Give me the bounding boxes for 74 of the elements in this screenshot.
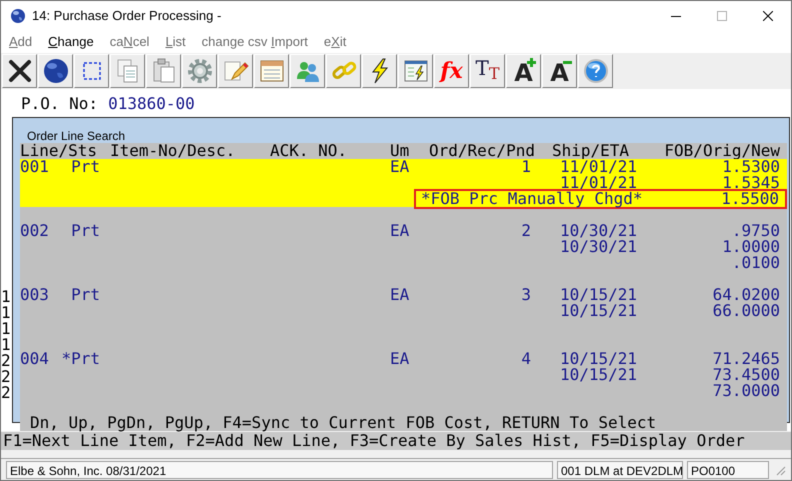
column-header: FOB/Orig/New xyxy=(663,143,780,159)
price-note: *FOB Prc Manually Chgd* xyxy=(421,191,643,207)
globe-icon xyxy=(42,57,70,85)
table-cell-text: 2 xyxy=(520,223,531,239)
globe-icon xyxy=(10,8,26,24)
column-header: Ship/ETA xyxy=(552,143,630,159)
table-cell-text: 003 xyxy=(20,287,50,303)
font-grow-button[interactable]: A xyxy=(506,54,541,88)
column-header: Item-No/Desc. xyxy=(110,143,236,159)
table-cell-text: 4 xyxy=(520,351,531,367)
line-digit: 1 xyxy=(1,305,11,321)
help-icon xyxy=(582,57,610,85)
table-cell-text: EA xyxy=(390,223,410,239)
table-cell-text: 004 xyxy=(20,351,50,367)
table-cell-text: 10/15/21 xyxy=(560,303,638,319)
table-cell-text: 11/01/21 xyxy=(560,175,638,191)
toolbar-button[interactable] xyxy=(38,54,73,88)
column-header: Um xyxy=(390,143,410,159)
line-digit: 2 xyxy=(1,353,11,369)
gear-icon xyxy=(186,57,214,85)
window-title: 14: Purchase Order Processing - xyxy=(32,7,222,26)
table-cell-text: 1.0000 xyxy=(721,239,780,255)
menu-item[interactable]: Change xyxy=(48,32,94,52)
table-cell-text: 73.0000 xyxy=(712,383,780,399)
column-header: ACK. NO. xyxy=(270,143,348,159)
table-cell-text: Prt xyxy=(70,287,100,303)
table-cell-text: 11/01/21 xyxy=(560,159,638,175)
table-cell-text: 1.5345 xyxy=(721,175,780,191)
resize-grip-icon[interactable] xyxy=(774,464,786,476)
table-cell-text: .9750 xyxy=(730,223,780,239)
status-field: Elbe & Sohn, Inc. 08/31/2021 xyxy=(6,460,553,478)
table-cell-text: 71.2465 xyxy=(712,351,780,367)
table-cell: 1.5500 xyxy=(721,191,779,207)
table-cell-text: Prt xyxy=(71,159,100,175)
table-cell-text: 73.4500 xyxy=(712,367,780,383)
table-cell-text: 001 xyxy=(20,159,49,175)
maximize-icon xyxy=(717,11,727,21)
table-cell-text: EA xyxy=(390,159,410,175)
line-digit: 1 xyxy=(1,337,11,353)
po-label: P.O. No: xyxy=(21,96,98,112)
toolbar-button[interactable] xyxy=(362,54,397,88)
status-field: 001 DLM at DEV2DLM xyxy=(557,460,683,478)
toolbar-button[interactable] xyxy=(74,54,109,88)
table-cell-text: 002 xyxy=(20,223,50,239)
table-cell-text: EA xyxy=(390,287,410,303)
table-cell-text: 3 xyxy=(520,287,531,303)
table-cell-text: 10/15/21 xyxy=(560,367,638,383)
table-cell-text: 10/30/21 xyxy=(560,223,638,239)
table-cell-text: 10/15/21 xyxy=(560,351,638,367)
column-header: Ord/Rec/Pnd xyxy=(429,143,536,159)
table-cell-text: 64.0200 xyxy=(712,287,780,303)
table-cell-text: 10/30/21 xyxy=(560,239,638,255)
line-digit: 1 xyxy=(1,321,11,337)
table-cell-text: .0100 xyxy=(730,255,780,271)
table-cell-text: 1.5300 xyxy=(722,159,780,175)
table-cell-text: EA xyxy=(390,351,410,367)
line-digit: 2 xyxy=(1,385,11,401)
table-cell-text: Prt xyxy=(70,223,100,239)
table-cell-text: 66.0000 xyxy=(712,303,780,319)
table-cell-text: 10/15/21 xyxy=(560,287,638,303)
selected-row[interactable]: 001 Prt EA 1 11/01/21 1.5300 11/01/21 1.5345 *FOB Prc Manually Chgd* 1.5500 xyxy=(20,159,787,207)
dialog-title: Order Line Search xyxy=(26,128,126,143)
close-icon xyxy=(763,11,773,21)
column-header: Line/Sts xyxy=(20,143,98,159)
po-number: 013860-00 xyxy=(108,96,195,112)
table-cell-text: 1 xyxy=(521,159,531,175)
toolbar-button[interactable] xyxy=(2,54,37,88)
function-key-bar: F1=Next Line Item, F2=Add New Line, F3=Create By Sales Hist, F5=Display Order xyxy=(1,432,791,450)
font-shrink-button[interactable]: A xyxy=(542,54,577,88)
line-digit: 2 xyxy=(1,369,11,385)
key-hint: Dn, Up, PgDn, PgUp, F4=Sync to Current FOB Cost, RETURN To Select xyxy=(29,415,658,431)
line-digit: 1 xyxy=(1,289,11,305)
status-field: PO0100 xyxy=(687,460,769,478)
table-cell: *Prt xyxy=(60,351,100,367)
